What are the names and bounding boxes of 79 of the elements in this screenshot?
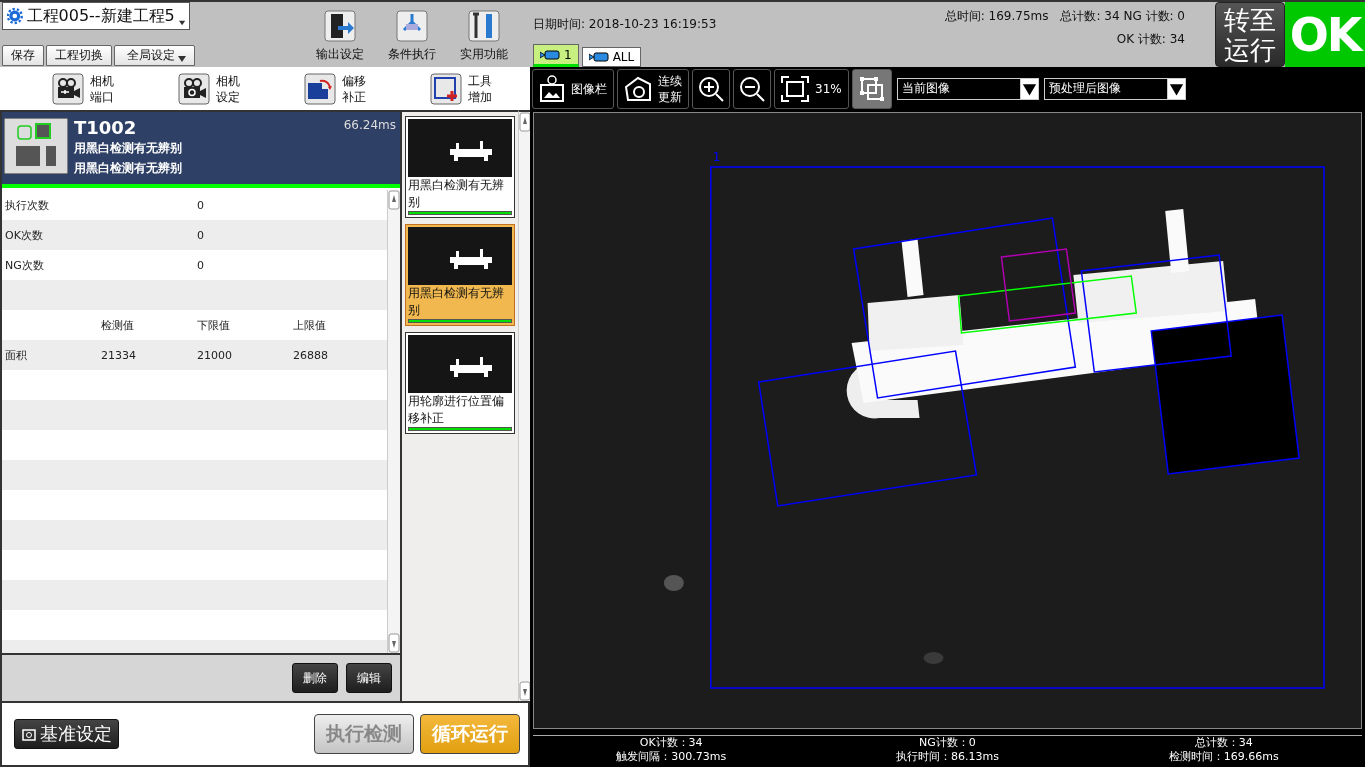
zoom-in-icon	[697, 74, 725, 103]
column-header: 下限值	[197, 317, 231, 333]
fit-zoom-button[interactable]: 31%	[774, 68, 849, 109]
export-icon	[324, 10, 356, 42]
tool-list-item[interactable]: 用黑白检测有无辨别	[405, 224, 515, 326]
tool-time: 66.24ms	[343, 118, 396, 134]
camera-photo-icon	[624, 74, 652, 103]
row-label: 面积	[5, 347, 28, 363]
roi-select-button[interactable]	[851, 68, 892, 109]
caret-icon	[178, 56, 186, 62]
tool-button[interactable]: 工具 增加	[430, 72, 492, 105]
settings-icon	[7, 6, 23, 26]
add-frame-icon	[430, 72, 462, 105]
run-mode-button[interactable]: 转至 运行	[1215, 2, 1285, 67]
caret-icon	[1019, 78, 1038, 99]
table-cell-text: 26888	[293, 348, 329, 362]
image-source-dropdown[interactable]: 预处理后图像	[1043, 77, 1186, 100]
zoom-out-button[interactable]	[733, 68, 771, 109]
file-button[interactable]: 保存	[2, 45, 44, 66]
status-text: 触发间隔：300.73ms	[616, 750, 727, 764]
ok-detection-icon	[4, 118, 68, 174]
zoom-out-icon	[738, 74, 766, 103]
image-bar-button[interactable]: 图像栏	[532, 68, 614, 109]
toolbar-button[interactable]: 实用功能	[460, 10, 508, 67]
tool-name: 用黑白检测有无辨别	[74, 160, 183, 177]
tool-list-item[interactable]: 用轮廓进行位置偏移补正	[405, 332, 515, 434]
continuous-update-button[interactable]: 连续 更新	[617, 68, 689, 109]
table-cell-text: 21334	[101, 348, 137, 362]
stat-text: 总时间: 169.75ms	[944, 8, 1049, 25]
row-value: 0	[197, 198, 205, 212]
camera-icon	[588, 52, 609, 62]
camera-icon	[540, 49, 560, 60]
row-label: 执行次数	[5, 197, 50, 213]
camera-tab[interactable]: 1	[533, 44, 579, 67]
status-text: 执行时间：86.13ms	[896, 750, 999, 764]
image-icon	[21, 726, 37, 742]
row-value: 0	[197, 228, 205, 242]
camera-tab[interactable]: ALL	[581, 47, 642, 67]
tool-id: T1002	[74, 118, 137, 138]
fit-screen-icon	[781, 75, 809, 102]
status-text: 总计数：34	[1194, 736, 1253, 750]
column-header: 上限值	[293, 317, 327, 333]
row-value: 0	[197, 258, 205, 272]
camera-gear-icon	[178, 72, 210, 105]
edit-button[interactable]: 删除	[292, 663, 338, 693]
caret-icon	[178, 20, 185, 26]
datetime-text: 日期时间: 2018-10-23 16:19:53	[533, 16, 718, 33]
branch-icon	[396, 10, 428, 42]
project-select[interactable]: 工程005--新建工程5	[2, 2, 190, 30]
status-text: 检测时间：169.66ms	[1168, 750, 1279, 764]
offset-icon	[304, 72, 336, 105]
tool-name: 用黑白检测有无辨别	[74, 140, 183, 157]
row-label: NG次数	[5, 257, 45, 273]
image-source-dropdown[interactable]: 当前图像	[896, 77, 1039, 100]
baseline-button[interactable]: 基准设定	[14, 719, 119, 749]
column-header: 检测值	[101, 317, 135, 333]
tool-button[interactable]: 相机 设定	[178, 72, 240, 105]
tool-button[interactable]: 偏移 补正	[304, 72, 366, 105]
project-title: 工程005--新建工程5	[26, 5, 175, 27]
camera-image-drawing: 1	[533, 112, 1362, 729]
tool-list-item[interactable]: 用黑白检测有无辨别	[405, 116, 515, 218]
tools-icon	[468, 10, 500, 42]
caret-icon	[1166, 78, 1185, 99]
status-text: OK计数：34	[639, 736, 703, 750]
status-text: NG计数：0	[919, 736, 976, 750]
camera-icon	[52, 72, 84, 105]
row-label: OK次数	[5, 227, 44, 243]
image-icon	[539, 74, 565, 103]
stat-text: 总计数: 34 NG 计数: 0	[1060, 8, 1185, 25]
toolbar-button[interactable]: 输出设定	[316, 10, 364, 67]
result-indicator: OK	[1285, 2, 1365, 67]
stat-text: OK 计数: 34	[1116, 31, 1185, 48]
tool-button[interactable]: 相机 端口	[52, 72, 114, 105]
settings-dropdown[interactable]: 全局设定	[114, 45, 195, 66]
toolbar-button[interactable]: 条件执行	[388, 10, 436, 67]
zoom-in-button[interactable]	[692, 68, 730, 109]
table-cell-text: 21000	[197, 348, 233, 362]
file-button[interactable]: 工程切换	[46, 45, 112, 66]
edit-button[interactable]: 编辑	[346, 663, 392, 693]
